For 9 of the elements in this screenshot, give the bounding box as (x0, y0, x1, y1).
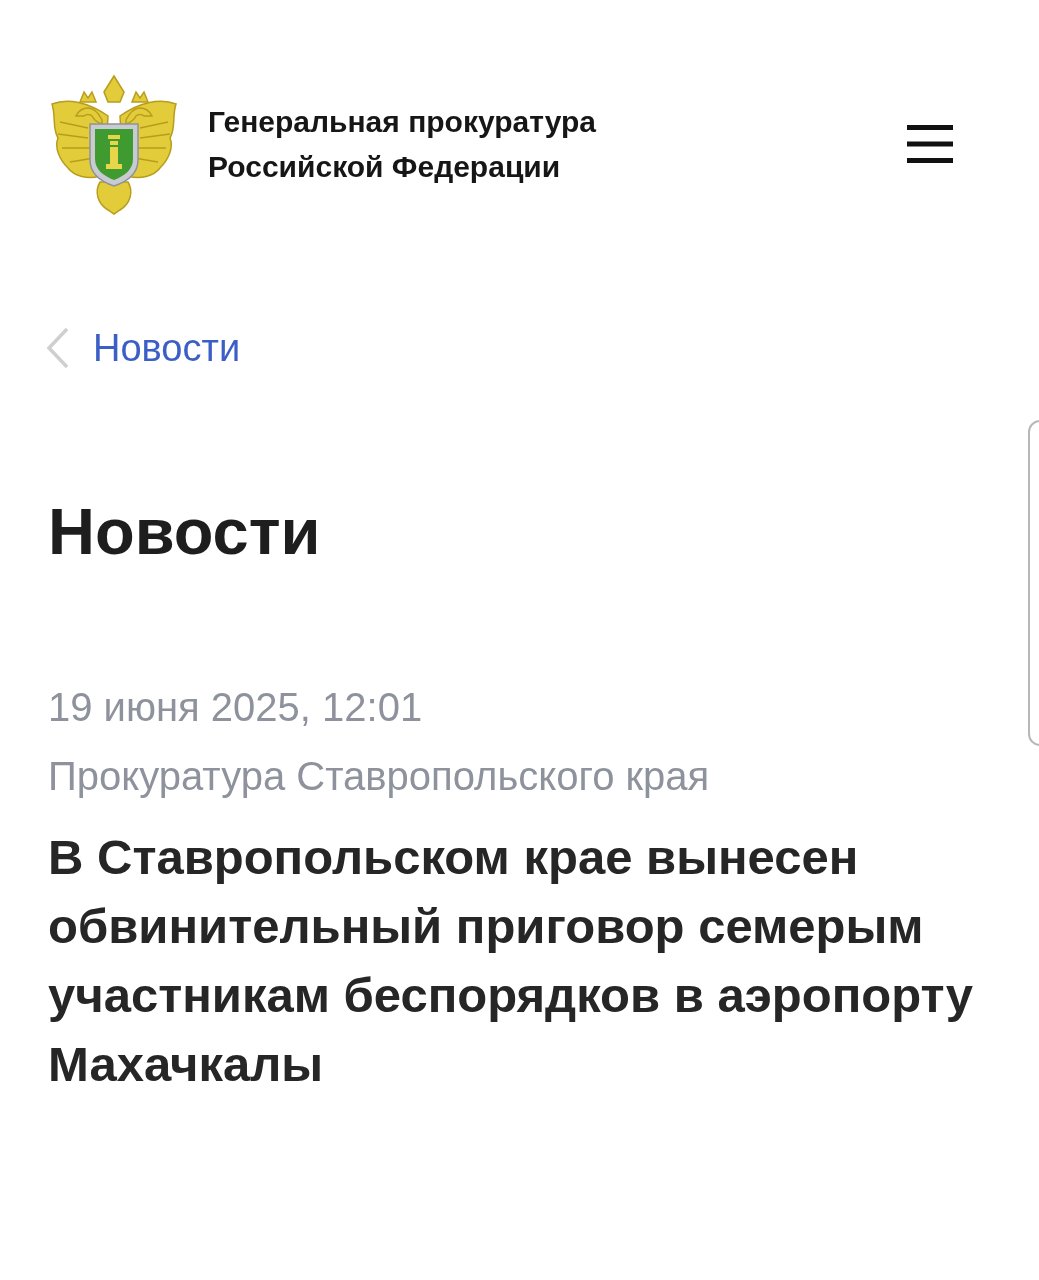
page-title: Новости (48, 494, 321, 570)
article-headline[interactable]: В Ставропольском крае вынесен обвинительный приговор семерым участникам беспорядков в аэропорту Махачкалы (48, 823, 1009, 1099)
site-title[interactable]: Генеральная прокуратура Российской Федерации (208, 99, 678, 189)
news-link[interactable]: Новости (93, 326, 241, 370)
article-source: Прокуратура Ставропольского края (48, 753, 710, 800)
chevron-left-icon[interactable] (46, 327, 70, 369)
eagle-emblem-icon (48, 72, 180, 216)
menu-icon[interactable] (907, 125, 953, 163)
article-date: 19 июня 2025, 12:01 (48, 684, 423, 731)
